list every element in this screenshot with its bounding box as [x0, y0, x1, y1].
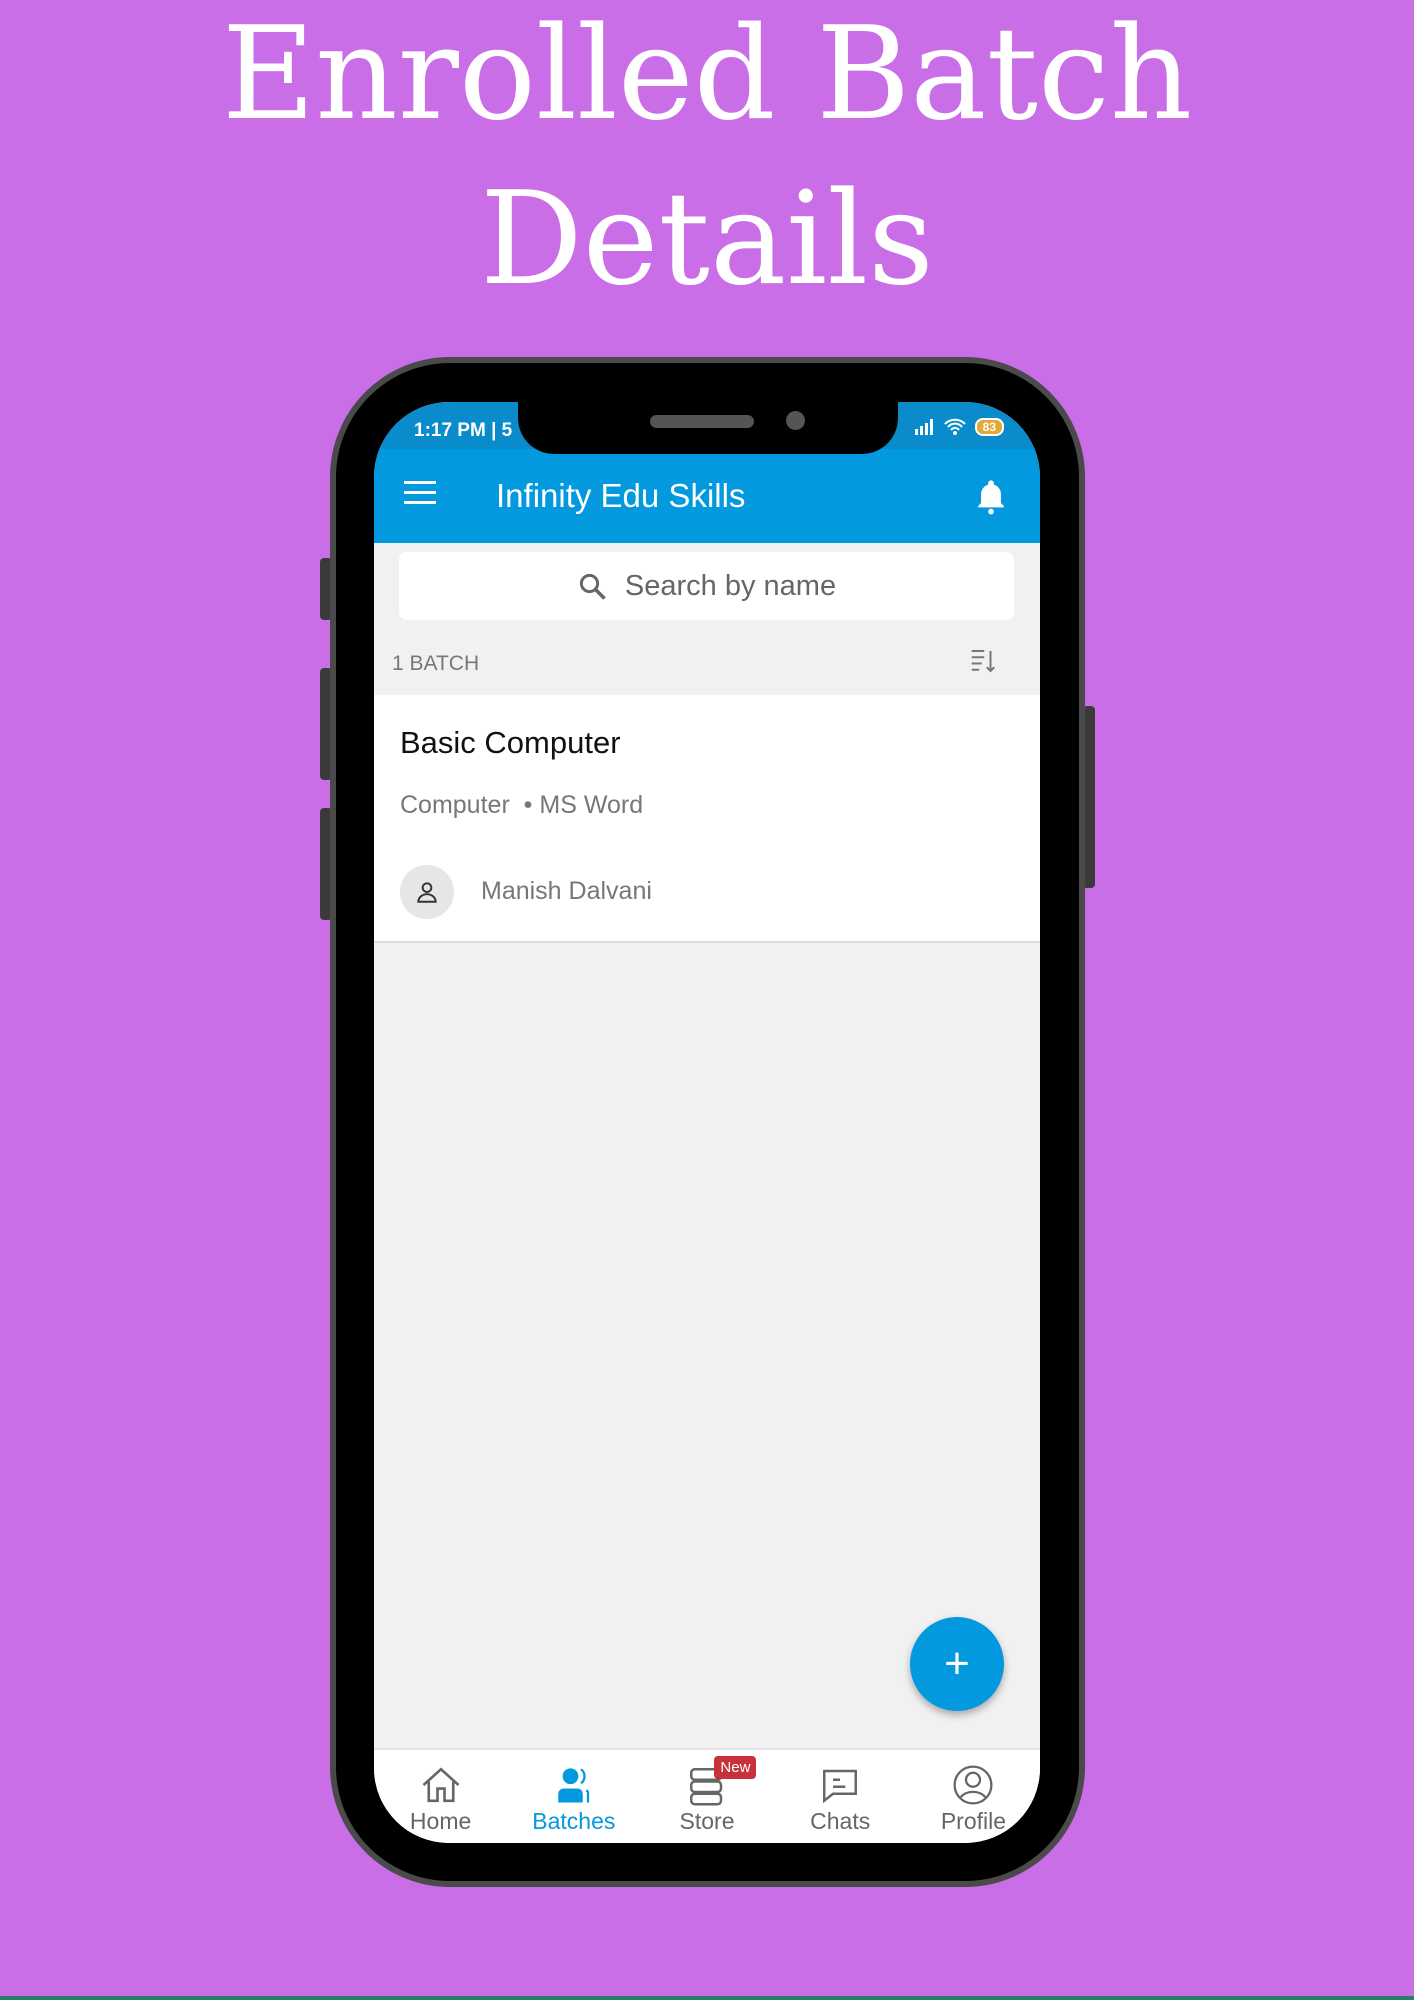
nav-label: Batches: [532, 1808, 616, 1834]
nav-label: Store: [679, 1808, 735, 1834]
nav-label: Profile: [940, 1808, 1007, 1834]
search-input[interactable]: Search by name: [399, 552, 1014, 620]
hamburger-icon[interactable]: [404, 481, 436, 505]
app-title: Infinity Edu Skills: [496, 477, 746, 514]
person-icon: [417, 882, 437, 903]
phone-speaker: [650, 415, 754, 428]
batch-count: 1 BATCH: [392, 652, 480, 675]
wifi-icon: [943, 418, 966, 435]
phone-screen: 1:17 PM | 5 83 Infinity Edu Skills Searc…: [374, 402, 1040, 1843]
batch-category: Computer: [400, 791, 510, 819]
nav-chats[interactable]: Chats: [774, 1750, 907, 1843]
headline-line1: Enrolled Batch: [221, 0, 1193, 149]
app-bar: Infinity Edu Skills: [374, 449, 1040, 543]
headline-line2: Details: [480, 165, 934, 314]
nav-store[interactable]: New Store: [640, 1750, 773, 1843]
bell-icon[interactable]: [974, 477, 1008, 515]
home-icon: [422, 1767, 459, 1803]
batch-card[interactable]: Basic Computer Computer • MS Word Manish…: [374, 695, 1040, 943]
batches-icon: [558, 1768, 589, 1803]
nav-label: Home: [409, 1808, 472, 1834]
nav-home[interactable]: Home: [374, 1750, 507, 1843]
search-icon: [579, 573, 606, 600]
battery-indicator: 83: [974, 418, 1004, 436]
status-time: 1:17 PM | 5: [414, 420, 513, 441]
nav-profile[interactable]: Profile: [907, 1750, 1040, 1843]
avatar: [400, 865, 454, 919]
new-badge: New: [714, 1756, 757, 1779]
nav-label: Chats: [810, 1808, 871, 1834]
bottom-nav: Home Batches New Store Chats Profile: [374, 1748, 1040, 1843]
add-button[interactable]: +: [910, 1617, 1004, 1711]
batch-name: Basic Computer: [400, 725, 621, 760]
signal-icon: [914, 419, 933, 435]
search-placeholder: Search by name: [624, 569, 837, 602]
profile-icon: [953, 1765, 993, 1805]
chat-icon: [823, 1769, 858, 1804]
phone-notch: [518, 402, 898, 454]
teacher-name: Manish Dalvani: [481, 877, 652, 905]
batch-tags: Computer • MS Word: [400, 791, 643, 820]
divider: [0, 1996, 1414, 2000]
batch-subject: • MS Word: [523, 791, 644, 819]
sort-icon[interactable]: [968, 646, 998, 676]
nav-batches[interactable]: Batches: [507, 1750, 640, 1843]
phone-camera: [786, 411, 805, 430]
